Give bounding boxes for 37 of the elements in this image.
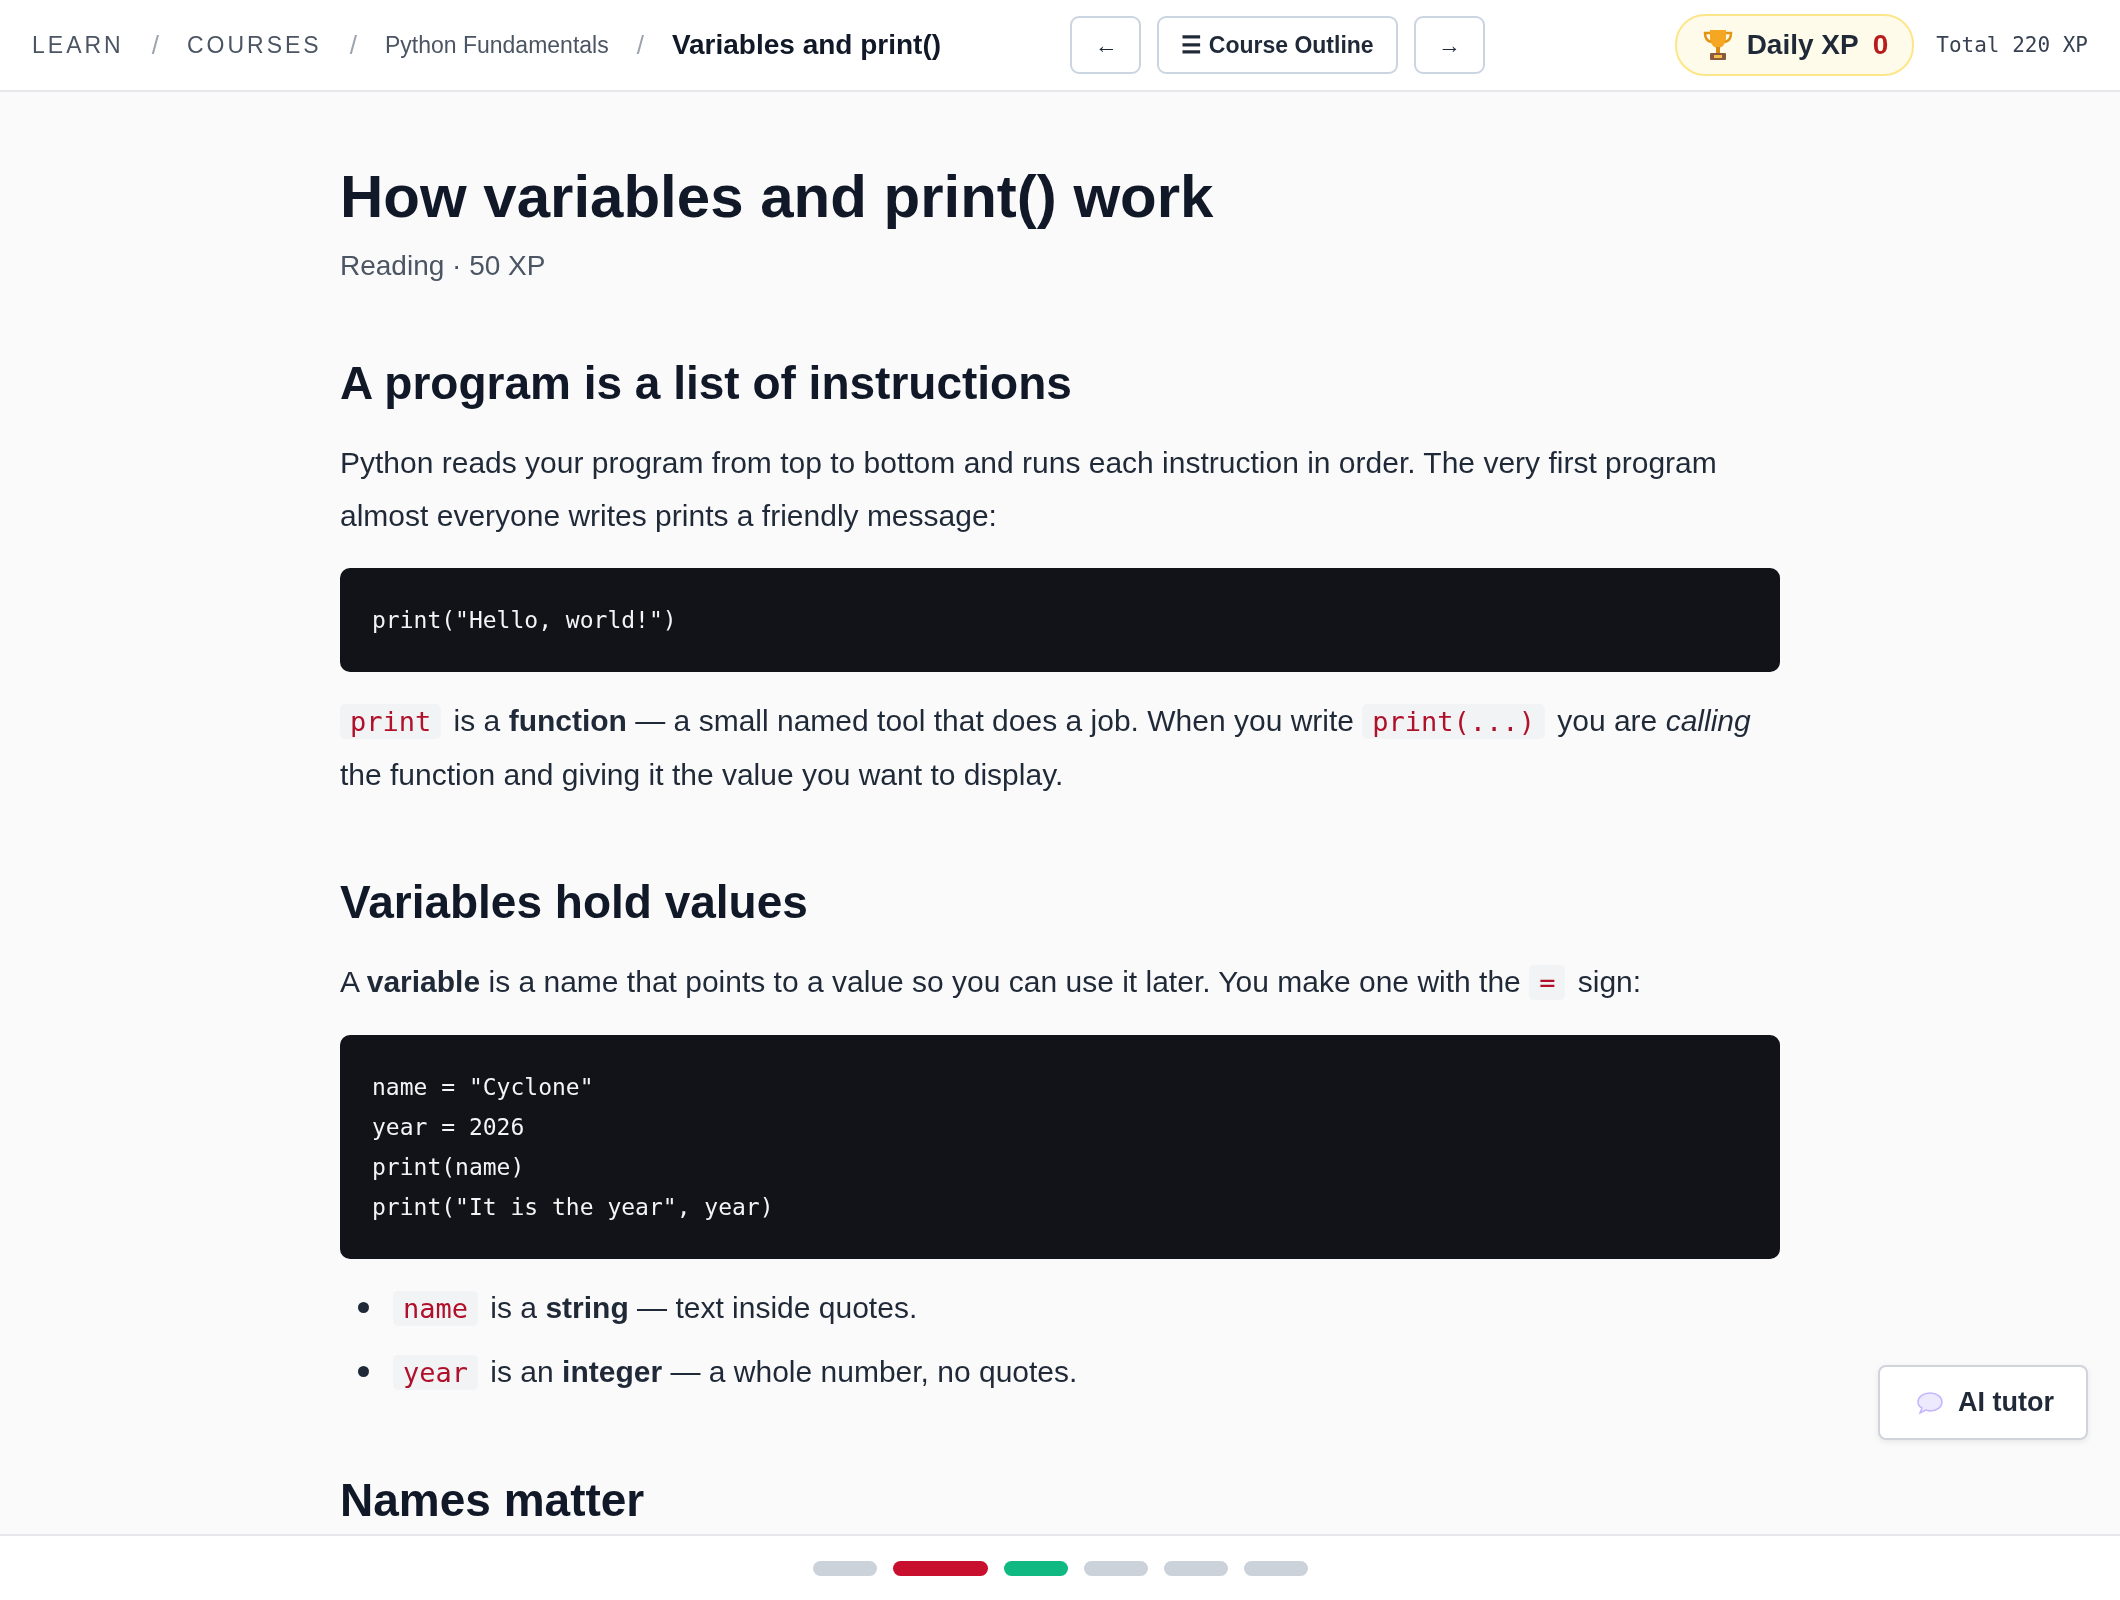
daily-xp-value: 0 (1872, 29, 1889, 61)
inline-code: year (393, 1354, 479, 1390)
inline-code: = (1529, 964, 1566, 1000)
total-xp: Total 220 XP (1936, 33, 2088, 57)
progress-segment[interactable] (1003, 1560, 1068, 1576)
progress-segment[interactable] (892, 1560, 988, 1576)
breadcrumb-separator: / (636, 29, 644, 61)
breadcrumb-separator: / (151, 29, 159, 61)
list-item-text: name is a string — text inside quotes. (393, 1280, 918, 1335)
paragraph: print is a function — a small named tool that does a job. When you write print(...) you are calling the function and giving it the value you want to display. (340, 702, 1752, 793)
breadcrumb-link[interactable]: LEARN (32, 31, 124, 59)
lesson-meta: Reading · 50 XP (340, 250, 547, 282)
lesson-title: How variables and print() work (340, 162, 1215, 232)
bullet-icon (358, 1302, 369, 1314)
course-outline-button[interactable]: ☰ Course Outline (1157, 16, 1398, 74)
breadcrumb-link[interactable]: COURSES (186, 31, 322, 59)
inline-code: print(...) (1362, 703, 1545, 739)
ai-tutor-button[interactable]: AI tutor (1878, 1365, 2088, 1440)
code-block: print("Hello, world!") (340, 567, 1780, 672)
speech-bubble-icon (1916, 1390, 1944, 1415)
trophy-icon (1702, 28, 1733, 62)
inline-code: print (340, 703, 442, 739)
next-button[interactable]: → (1413, 16, 1485, 74)
previous-button[interactable]: ← (1070, 16, 1142, 74)
breadcrumb-separator: / (349, 29, 357, 61)
list-item-text: year is an integer — a whole number, no quotes. (393, 1344, 1078, 1399)
section-heading: Variables hold values (340, 874, 809, 930)
code-block: name = "Cyclone" year = 2026 print(name) print("It is the year", year) (340, 1034, 1780, 1259)
inline-code: name (393, 1290, 479, 1326)
section-heading: A program is a list of instructions (340, 356, 1073, 411)
bullet-icon (358, 1366, 369, 1378)
daily-xp-label: Daily XP (1746, 29, 1859, 61)
paragraph: A variable is a name that points to a value so you can use it later. You make one with the = sign: (340, 963, 1643, 1002)
section-heading: Names matter (340, 1472, 646, 1528)
breadcrumb-link[interactable]: Python Fundamentals (384, 31, 609, 59)
paragraph: Python reads your program from top to bottom and runs each instruction in order. The very first program almost everyone writes prints a friendly message: (340, 444, 1718, 534)
current-page-title: Variables and print() (671, 29, 942, 61)
